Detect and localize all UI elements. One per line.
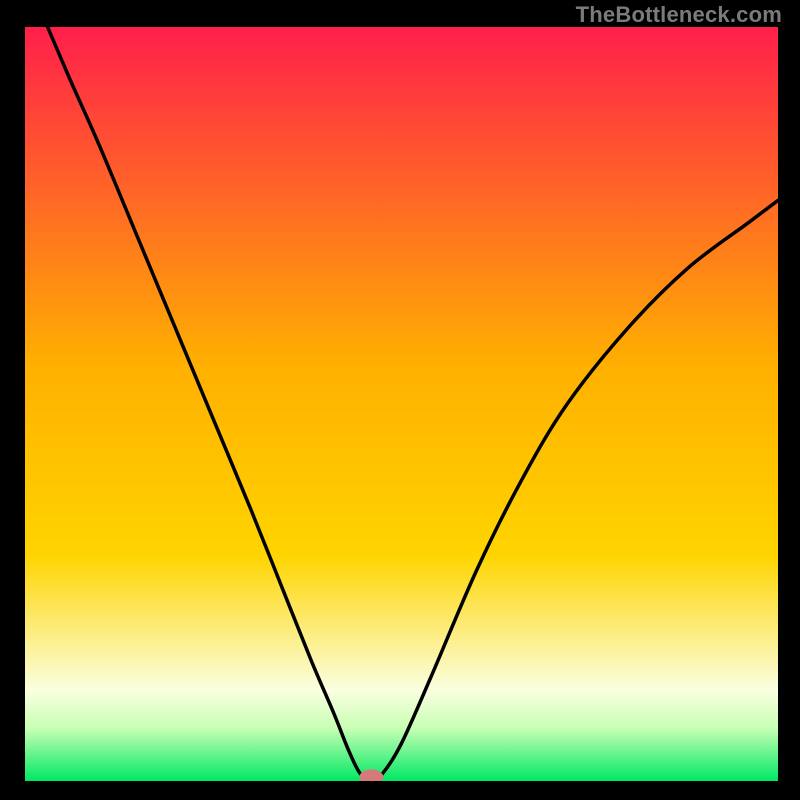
frame-bar (0, 0, 25, 800)
watermark-text: TheBottleneck.com (576, 2, 782, 28)
bottleneck-curve-chart (0, 0, 800, 800)
plot-background (25, 27, 778, 781)
frame-bar (778, 0, 800, 800)
frame-bar (0, 781, 800, 800)
chart-frame: TheBottleneck.com (0, 0, 800, 800)
